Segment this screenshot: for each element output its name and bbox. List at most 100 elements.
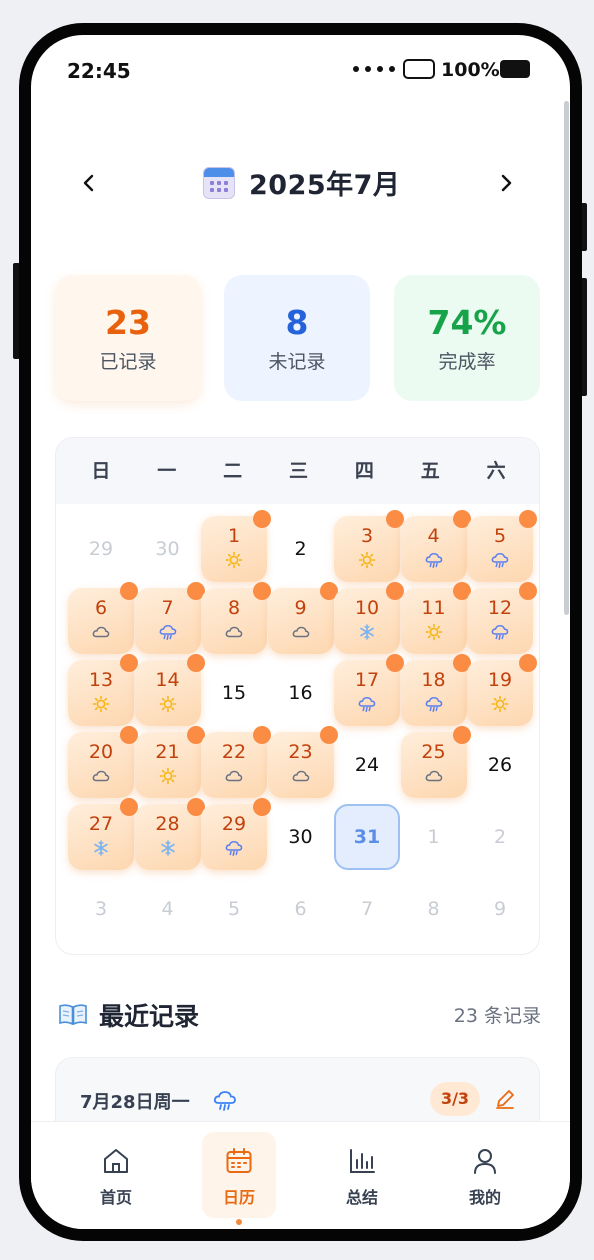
- calendar-day[interactable]: 12: [467, 582, 537, 654]
- tab-home[interactable]: 首页: [79, 1132, 153, 1218]
- calendar-day[interactable]: 24: [334, 732, 400, 798]
- sun-icon: [159, 695, 177, 713]
- day-number: 24: [354, 754, 380, 776]
- calendar-day[interactable]: 5: [467, 510, 537, 582]
- app-screen: 22:45 100% 2025年7月 23 已记录 8 未记录 74% 完成率 …: [31, 35, 570, 1229]
- cloud-icon: [292, 624, 310, 640]
- weekday-label: 二: [223, 460, 243, 482]
- calendar-day[interactable]: 2: [268, 516, 334, 582]
- day-number: 5: [493, 525, 507, 547]
- prev-month-button[interactable]: [71, 165, 107, 201]
- signal-dots-icon: [353, 66, 395, 72]
- tab-summary[interactable]: 总结: [325, 1132, 399, 1218]
- day-number: 4: [427, 525, 440, 547]
- day-number: 25: [421, 741, 446, 763]
- weekday-label: 四: [354, 460, 374, 482]
- calendar-day[interactable]: 23: [267, 726, 338, 798]
- cloud-icon: [425, 768, 443, 784]
- cloud-icon: [292, 768, 310, 784]
- calendar-day[interactable]: 15: [201, 660, 267, 726]
- home-icon: [104, 1149, 128, 1173]
- calendar-day[interactable]: 7: [134, 582, 205, 654]
- calendar-day[interactable]: 27: [68, 798, 138, 870]
- day-number: 8: [427, 898, 440, 920]
- record-dot-badge: [519, 654, 537, 672]
- calendar-day[interactable]: 25: [400, 726, 471, 798]
- day-number: 1: [227, 525, 241, 547]
- calendar-day[interactable]: 11: [400, 582, 471, 654]
- rain-icon: [425, 552, 443, 568]
- record-date: 7月28日周一: [80, 1092, 190, 1113]
- stats-row: 23 已记录 8 未记录 74% 完成率: [55, 275, 540, 401]
- calendar-day[interactable]: 19: [467, 654, 537, 726]
- recent-records-count: 23 条记录: [453, 1005, 541, 1027]
- calendar-day[interactable]: 6: [68, 582, 138, 654]
- stat-completion-value: 74%: [427, 302, 507, 342]
- calendar-day-outside: 9: [467, 876, 533, 942]
- calendar-day[interactable]: 4: [400, 510, 471, 582]
- calendar-day[interactable]: 10: [334, 582, 404, 654]
- next-month-button[interactable]: [488, 165, 524, 201]
- calendar-day-outside: 3: [68, 876, 134, 942]
- calendar-day-outside: 7: [334, 876, 400, 942]
- day-number: 4: [161, 898, 174, 920]
- calendar-day[interactable]: 28: [134, 798, 205, 870]
- rain-icon: [159, 624, 177, 640]
- tab-home-label: 首页: [99, 1188, 132, 1207]
- tab-profile[interactable]: 我的: [448, 1132, 522, 1218]
- day-number: 12: [487, 597, 513, 619]
- day-number: 20: [88, 741, 114, 763]
- rain-icon: [425, 696, 443, 712]
- recent-records-header: 最近记录 23 条记录: [59, 995, 541, 1035]
- calendar-day-outside: 1: [401, 804, 467, 870]
- calendar-day[interactable]: 20: [68, 726, 138, 798]
- edit-pencil-icon[interactable]: [494, 1088, 516, 1110]
- day-number: 28: [155, 813, 180, 835]
- calendar-day[interactable]: 14: [134, 654, 205, 726]
- rain-icon: [358, 696, 376, 712]
- snowflake-icon: [159, 840, 177, 856]
- calendar-day[interactable]: 21: [134, 726, 205, 798]
- calendar-day[interactable]: 22: [201, 726, 271, 798]
- tab-calendar-label: 日历: [222, 1188, 255, 1207]
- stat-completion-label: 完成率: [438, 350, 496, 373]
- calendar-day[interactable]: 16: [268, 660, 334, 726]
- day-number: 3: [94, 898, 108, 920]
- stat-unrecorded-value: 8: [285, 302, 309, 342]
- day-number: 10: [354, 597, 380, 619]
- recent-records-title: 最近记录: [99, 1002, 200, 1031]
- sun-icon: [92, 695, 110, 713]
- calendar-day[interactable]: 29: [201, 798, 271, 870]
- status-bar: 22:45 100%: [31, 35, 570, 101]
- day-number: 29: [221, 813, 247, 835]
- calendar-day-outside: 29: [68, 516, 134, 582]
- status-time: 22:45: [67, 59, 131, 83]
- day-number: 26: [487, 754, 513, 776]
- calendar-day[interactable]: 8: [201, 582, 271, 654]
- calendar-day[interactable]: 26: [467, 732, 533, 798]
- battery-percent: 100%: [441, 59, 500, 81]
- calendar-day[interactable]: 9: [267, 582, 338, 654]
- calendar-day[interactable]: 13: [68, 654, 138, 726]
- calendar-day[interactable]: 17: [334, 654, 404, 726]
- stat-recorded-value: 23: [105, 302, 151, 342]
- calendar-day[interactable]: 18: [400, 654, 471, 726]
- day-number: 27: [88, 813, 114, 835]
- sun-icon: [159, 767, 177, 785]
- day-number: 3: [360, 525, 374, 547]
- battery-outline-icon: [403, 59, 435, 79]
- calendar-day[interactable]: 30: [268, 804, 334, 870]
- day-number: 9: [493, 898, 507, 920]
- calendar-day[interactable]: 1: [201, 510, 271, 582]
- weekday-label: 一: [157, 460, 177, 482]
- tab-summary-label: 总结: [345, 1188, 378, 1207]
- day-number: 31: [353, 826, 381, 848]
- cloud-icon: [225, 768, 243, 784]
- calendar-day[interactable]: 3: [334, 510, 404, 582]
- calendar-day-today[interactable]: 31: [334, 804, 400, 870]
- tab-calendar[interactable]: 日历: [202, 1132, 276, 1218]
- day-number: 7: [161, 597, 174, 619]
- day-number: 6: [294, 898, 307, 920]
- stat-unrecorded-label: 未记录: [268, 350, 326, 373]
- day-number: 15: [221, 682, 247, 704]
